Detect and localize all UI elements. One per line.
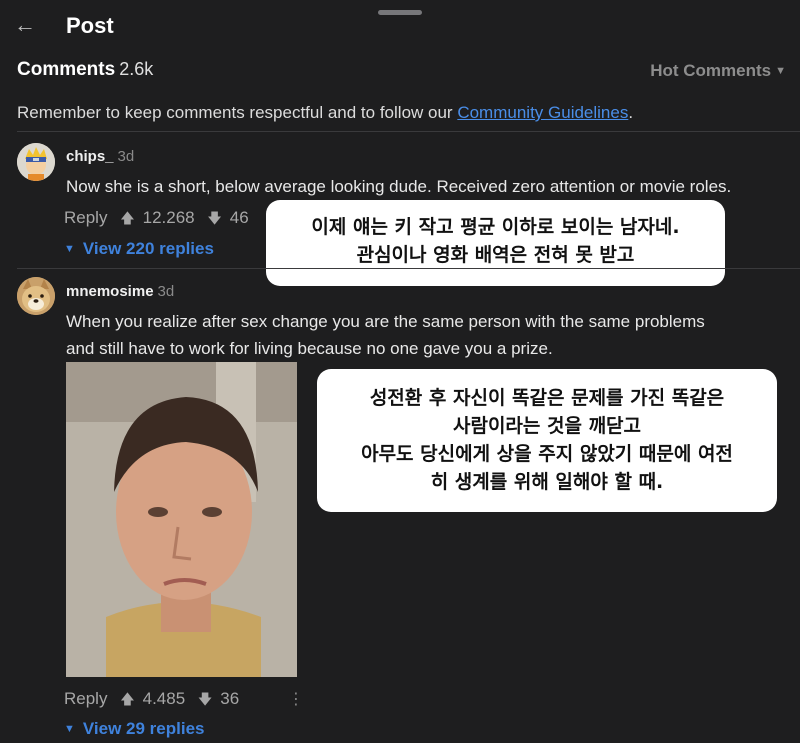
notice-end: . <box>628 103 634 122</box>
chevron-down-icon: ▼ <box>64 243 75 255</box>
avatar[interactable] <box>17 143 55 181</box>
comments-count: 2.6k <box>119 59 154 79</box>
comments-header: Comments 2.6k <box>17 59 153 81</box>
username-text: mnemosime <box>66 283 154 300</box>
translation-line: 히 생계를 위해 일해야 할 때. <box>430 471 664 493</box>
chevron-down-icon: ▼ <box>64 723 75 735</box>
avatar-dog-icon <box>17 277 55 315</box>
chevron-down-icon: ▼ <box>775 65 786 77</box>
portrait-photo <box>66 362 297 677</box>
translation-caption: 이제 얘는 키 작고 평균 이하로 보이는 남자네. 관심이나 영화 배역은 전… <box>266 200 725 286</box>
upvote-count: 12.268 <box>142 208 195 227</box>
upvote-icon[interactable]: 🡅 <box>120 210 134 226</box>
upvote-icon[interactable]: 🡅 <box>120 691 134 707</box>
avatar[interactable] <box>17 277 55 315</box>
comment-text: Now she is a short, below average lookin… <box>66 177 732 196</box>
view-replies-button[interactable]: ▼ View 29 replies <box>64 719 205 739</box>
downvote-count: 36 <box>220 689 240 708</box>
translation-line: 사람이라는 것을 깨닫고 <box>452 415 642 437</box>
view-replies-button[interactable]: ▼ View 220 replies <box>64 239 214 259</box>
downvote-icon[interactable]: 🡇 <box>198 691 212 707</box>
comment-image[interactable] <box>66 362 297 677</box>
avatar-ninja-icon <box>17 143 55 181</box>
translation-line: 아무도 당신에게 상을 주지 않았기 때문에 여전 <box>361 443 733 465</box>
translation-line: 관심이나 영화 배역은 전혀 못 받고 <box>356 244 635 266</box>
sort-label: Hot Comments <box>650 61 772 80</box>
reply-button[interactable]: Reply <box>64 689 107 708</box>
arrow-left-icon[interactable]: ← <box>14 12 36 38</box>
comment-text-line: When you realize after sex change you ar… <box>66 312 705 331</box>
sort-dropdown[interactable]: Hot Comments ▼ <box>650 61 786 81</box>
comment-text: When you realize after sex change you ar… <box>66 308 791 362</box>
translation-line: 성전환 후 자신이 똑같은 문제를 가진 똑같은 <box>369 387 725 409</box>
downvote-icon[interactable]: 🡇 <box>207 210 221 226</box>
view-replies-label: View 29 replies <box>82 719 205 738</box>
translation-caption: 성전환 후 자신이 똑같은 문제를 가진 똑같은 사람이라는 것을 깨닫고 아무… <box>317 369 777 512</box>
upvote-count: 4.485 <box>142 689 186 708</box>
downvote-count: 46 <box>229 208 249 227</box>
comment-username[interactable]: mnemosime 3d <box>66 283 174 300</box>
comment-text-line: and still have to work for living becaus… <box>66 339 553 358</box>
divider <box>17 268 800 269</box>
top-bar: ← Post <box>0 0 800 52</box>
comment-actions: Reply 🡅 12.268 🡇 46 <box>64 208 257 232</box>
comments-label: Comments <box>17 59 116 80</box>
divider <box>17 131 800 132</box>
guidelines-notice: Remember to keep comments respectful and… <box>17 103 633 123</box>
more-options-icon[interactable]: ⋮ <box>288 689 304 709</box>
view-replies-label: View 220 replies <box>82 239 214 258</box>
username-text: chips_ <box>66 148 114 165</box>
notice-text: Remember to keep comments respectful and… <box>17 103 458 122</box>
comment-username[interactable]: chips_ 3d <box>66 148 134 165</box>
comment-age: 3d <box>157 283 175 300</box>
comment-age: 3d <box>117 148 135 165</box>
comment-actions: Reply 🡅 4.485 🡇 36 <box>64 689 247 713</box>
page-title: Post <box>66 13 114 38</box>
community-guidelines-link[interactable]: Community Guidelines <box>457 103 628 122</box>
translation-line: 이제 얘는 키 작고 평균 이하로 보이는 남자네. <box>311 216 680 238</box>
reply-button[interactable]: Reply <box>64 208 107 227</box>
